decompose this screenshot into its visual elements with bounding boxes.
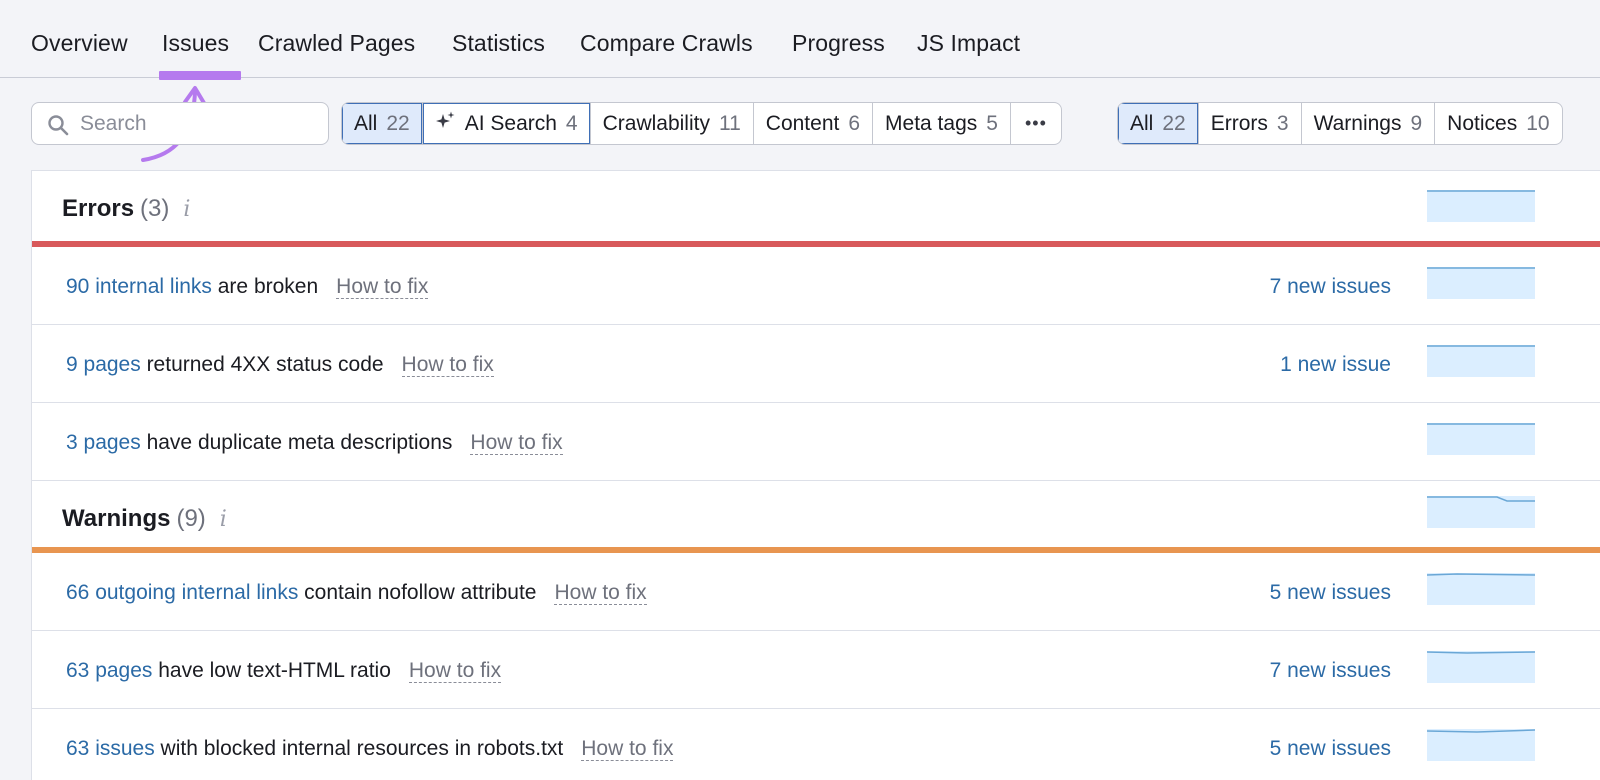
search-box[interactable]	[31, 102, 329, 145]
issue-text: 3 pages have duplicate meta descriptions…	[66, 431, 563, 455]
tab-js-impact[interactable]: JS Impact	[917, 30, 1020, 57]
how-to-fix-link[interactable]: How to fix	[336, 275, 429, 299]
warnings-section-header: Warnings (9) i	[32, 481, 1600, 553]
filter-label: All	[354, 111, 378, 135]
filter-severity-warnings[interactable]: Warnings 9	[1302, 103, 1436, 144]
top-tabs: Overview Issues Crawled Pages Statistics…	[0, 0, 1600, 78]
issue-link[interactable]: 90 internal links	[66, 275, 212, 298]
category-filter-group: All 22 AI Search 4 Crawlability 11 Content 6…	[341, 102, 1062, 145]
info-icon[interactable]: i	[220, 507, 227, 532]
issue-trend-sparkline	[1427, 345, 1535, 377]
issue-row: 3 pages have duplicate meta descriptions…	[32, 403, 1600, 481]
filter-category-ai-search[interactable]: AI Search 4	[423, 103, 591, 144]
warnings-trend-sparkline	[1427, 496, 1535, 528]
section-title: Warnings (9) i	[62, 505, 227, 533]
filter-category-meta-tags[interactable]: Meta tags 5	[873, 103, 1011, 144]
how-to-fix-link[interactable]: How to fix	[581, 737, 674, 761]
new-issues-link[interactable]: 5 new issues	[1270, 737, 1391, 761]
tab-progress[interactable]: Progress	[792, 30, 885, 57]
filter-count: 3	[1276, 111, 1289, 135]
filter-label: AI Search	[464, 111, 557, 135]
section-title: Errors (3) i	[62, 195, 190, 223]
filter-category-content[interactable]: Content 6	[754, 103, 874, 144]
how-to-fix-link[interactable]: How to fix	[401, 353, 494, 377]
filter-count: 5	[986, 111, 998, 135]
issue-row: 63 pages have low text-HTML ratio How to …	[32, 631, 1600, 709]
errors-trend-sparkline	[1427, 190, 1535, 222]
issue-link[interactable]: 63 issues	[66, 737, 155, 760]
issue-description: have duplicate meta descriptions	[140, 431, 453, 454]
issue-description: with blocked internal resources in robot…	[154, 737, 564, 760]
filter-count: 4	[565, 111, 578, 135]
filter-count: 6	[848, 111, 861, 135]
filter-severity-errors[interactable]: Errors 3	[1199, 103, 1302, 144]
how-to-fix-link[interactable]: How to fix	[470, 431, 563, 455]
filter-count: 9	[1410, 111, 1423, 135]
issue-trend-sparkline	[1427, 573, 1535, 605]
section-count: (9)	[176, 505, 206, 532]
filter-count: 10	[1526, 111, 1550, 135]
issue-row: 90 internal links are broken How to fix 7…	[32, 247, 1600, 325]
filter-label: Meta tags	[885, 111, 978, 135]
filter-count: 11	[718, 111, 741, 135]
tab-overview[interactable]: Overview	[31, 30, 128, 57]
issue-text: 63 issues with blocked internal resource…	[66, 737, 674, 761]
issue-link[interactable]: 3 pages	[66, 431, 141, 454]
filter-label: Errors	[1210, 111, 1268, 135]
issue-trend-sparkline	[1427, 423, 1535, 455]
filter-label: Warnings	[1313, 111, 1402, 135]
how-to-fix-link[interactable]: How to fix	[554, 581, 647, 605]
issue-text: 66 outgoing internal links contain nofol…	[66, 581, 647, 605]
filter-category-all[interactable]: All 22	[342, 103, 423, 144]
issue-link[interactable]: 9 pages	[66, 353, 141, 376]
tab-compare-crawls[interactable]: Compare Crawls	[580, 30, 753, 57]
issue-row: 63 issues with blocked internal resource…	[32, 709, 1600, 780]
issue-row: 66 outgoing internal links contain nofol…	[32, 553, 1600, 631]
new-issues-link[interactable]: 7 new issues	[1270, 275, 1391, 299]
new-issues-link[interactable]: 5 new issues	[1270, 581, 1391, 605]
new-issues-link[interactable]: 7 new issues	[1270, 659, 1391, 683]
section-count: (3)	[140, 195, 170, 222]
filter-label: All	[1130, 111, 1154, 135]
filter-count: 22	[1162, 111, 1186, 135]
sparkle-icon	[435, 110, 457, 138]
issue-text: 9 pages returned 4XX status code How to f…	[66, 353, 494, 377]
filter-category-crawlability[interactable]: Crawlability 11	[591, 103, 754, 144]
issue-description: have low text-HTML ratio	[152, 659, 391, 682]
more-filters-button[interactable]: •••	[1011, 103, 1061, 144]
section-title-text: Errors	[62, 195, 135, 222]
issues-panel: Errors (3) i 90 internal links are broken H…	[31, 170, 1600, 780]
new-issues-link[interactable]: 1 new issue	[1280, 353, 1391, 377]
active-tab-indicator	[159, 71, 241, 80]
issue-description: contain nofollow attribute	[298, 581, 537, 604]
section-title-text: Warnings	[62, 505, 171, 532]
issue-description: returned 4XX status code	[140, 353, 384, 376]
filter-count: 22	[386, 111, 410, 135]
severity-filter-group: All 22 Errors 3 Warnings 9 Notices 10	[1117, 102, 1563, 145]
issue-link[interactable]: 63 pages	[66, 659, 152, 682]
search-icon	[46, 113, 70, 142]
tab-crawled-pages[interactable]: Crawled Pages	[258, 30, 415, 57]
issue-link[interactable]: 66 outgoing internal links	[66, 581, 298, 604]
issue-row: 9 pages returned 4XX status code How to f…	[32, 325, 1600, 403]
filter-severity-all[interactable]: All 22	[1118, 103, 1199, 144]
issue-description: are broken	[211, 275, 319, 298]
tab-statistics[interactable]: Statistics	[452, 30, 545, 57]
info-icon[interactable]: i	[183, 197, 190, 222]
how-to-fix-link[interactable]: How to fix	[408, 659, 502, 683]
issue-text: 90 internal links are broken How to fix	[66, 275, 429, 299]
filter-severity-notices[interactable]: Notices 10	[1435, 103, 1561, 144]
issue-trend-sparkline	[1427, 267, 1535, 299]
search-input[interactable]	[80, 103, 320, 144]
issue-trend-sparkline	[1427, 729, 1535, 761]
tab-issues[interactable]: Issues	[162, 30, 229, 57]
filter-label: Content	[765, 111, 840, 135]
filter-label: Crawlability	[602, 111, 710, 135]
filter-label: Notices	[1447, 111, 1518, 135]
issue-text: 63 pages have low text-HTML ratio How to …	[66, 659, 502, 683]
more-icon: •••	[1024, 113, 1047, 133]
errors-section-header: Errors (3) i	[32, 171, 1600, 243]
issue-trend-sparkline	[1427, 651, 1535, 683]
